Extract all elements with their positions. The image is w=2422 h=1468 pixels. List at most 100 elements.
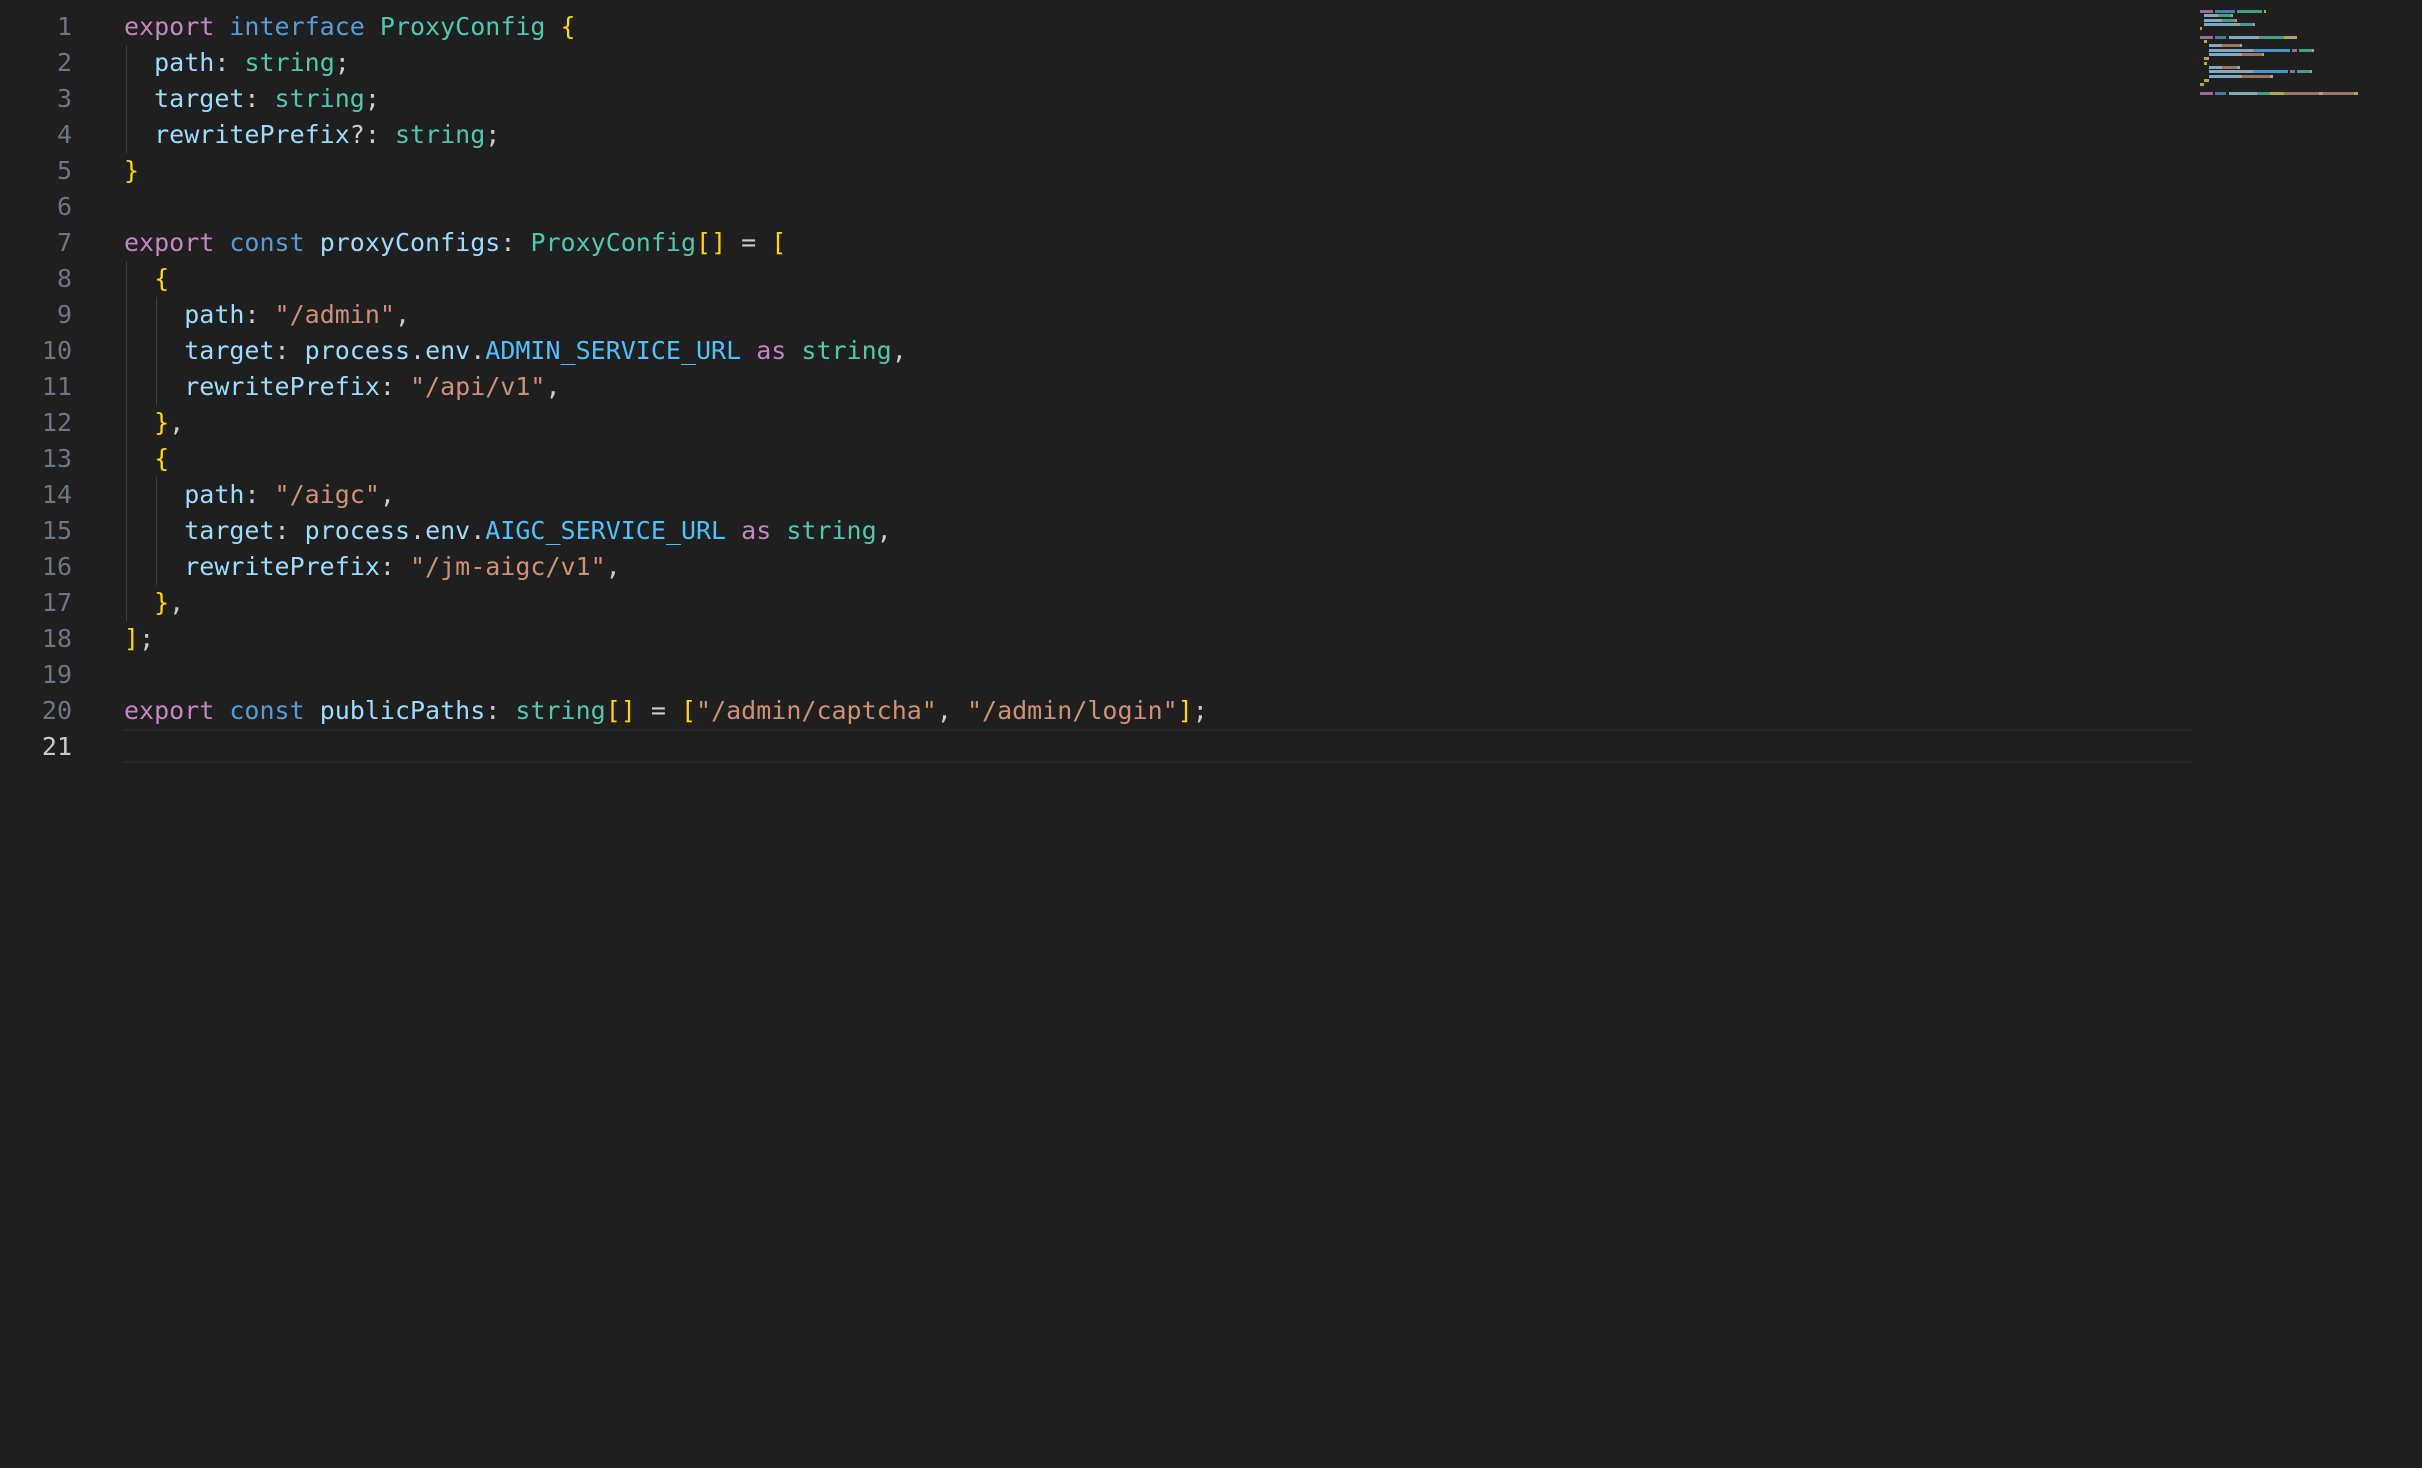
code-token: AIGC_SERVICE_URL — [485, 516, 727, 545]
code-line[interactable]: 14 path: "/aigc", — [0, 477, 2200, 513]
minimap-token — [2204, 18, 2218, 22]
code-line[interactable]: 2 path: string; — [0, 45, 2200, 81]
code-line[interactable]: 7 export const proxyConfigs: ProxyConfig[… — [0, 225, 2200, 261]
code-line[interactable]: 20 export const publicPaths: string[] = [… — [0, 693, 2200, 729]
code-text[interactable]: rewritePrefix?: string; — [124, 117, 500, 153]
code-token: ; — [364, 84, 380, 113]
code-line[interactable]: 15 target: process.env.AIGC_SERVICE_URL … — [0, 513, 2200, 549]
minimap-token — [2204, 40, 2207, 44]
code-token: { — [154, 264, 170, 293]
minimap-token — [2208, 53, 2238, 56]
line-number: 19 — [41, 660, 72, 689]
minimap-token — [2292, 48, 2297, 52]
code-text[interactable]: path: "/admin", — [124, 297, 410, 333]
code-line[interactable]: 16 rewritePrefix: "/jm-aigc/v1", — [0, 549, 2200, 585]
code-text[interactable]: { — [124, 261, 169, 297]
code-line[interactable]: 11 rewritePrefix: "/api/v1", — [0, 369, 2200, 405]
code-text[interactable]: export const proxyConfigs: ProxyConfig[]… — [124, 225, 786, 261]
code-token: [] — [696, 228, 727, 257]
line-number: 7 — [56, 228, 72, 257]
code-token: ProxyConfig — [379, 12, 546, 41]
code-token: process — [304, 336, 410, 365]
code-text[interactable]: export interface ProxyConfig { — [124, 9, 576, 45]
line-number: 6 — [56, 192, 72, 221]
code-token: export — [124, 12, 215, 41]
code-line[interactable]: 4 rewritePrefix?: string; — [0, 117, 2200, 153]
code-text[interactable]: { — [124, 441, 169, 477]
code-line[interactable]: 1 export interface ProxyConfig { — [0, 9, 2200, 45]
code-token: process — [304, 516, 410, 545]
code-line[interactable]: 12 }, — [0, 405, 2200, 441]
code-token: , — [169, 408, 185, 437]
code-line[interactable]: 8 { — [0, 261, 2200, 297]
code-line[interactable]: 6 — [0, 189, 2200, 225]
minimap-token — [2215, 10, 2236, 13]
code-token: env — [425, 516, 471, 545]
line-number: 16 — [41, 552, 72, 581]
code-text[interactable]: path: string; — [124, 45, 350, 81]
code-token: } — [124, 156, 140, 185]
minimap-token — [2208, 48, 2222, 52]
minimap-token — [2222, 65, 2238, 69]
minimap-token — [2257, 91, 2271, 95]
code-token: target — [184, 516, 275, 545]
code-token: [ — [771, 228, 787, 257]
code-token: , — [936, 696, 967, 725]
code-line[interactable]: 5} — [0, 153, 2200, 189]
line-number: 4 — [56, 120, 72, 149]
code-line[interactable]: 21 — [0, 729, 2200, 765]
code-text[interactable]: export const publicPaths: string[] = ["/… — [124, 693, 1208, 729]
code-text[interactable]: }, — [124, 585, 184, 621]
minimap-token — [2233, 22, 2240, 26]
code-token: } — [154, 408, 170, 437]
minimap-token — [2222, 18, 2236, 22]
minimap-token — [2323, 91, 2354, 95]
code-text[interactable]: target: process.env.AIGC_SERVICE_URL as … — [124, 513, 892, 549]
minimap-token — [2228, 91, 2253, 95]
minimap-token — [2208, 44, 2218, 48]
code-text[interactable]: }, — [124, 405, 184, 441]
code-text[interactable]: rewritePrefix: "/jm-aigc/v1", — [124, 549, 621, 585]
code-token: } — [154, 588, 170, 617]
code-token: interface — [229, 12, 365, 41]
code-line[interactable]: 13 { — [0, 441, 2200, 477]
code-editor[interactable]: 1 export interface ProxyConfig {2 path: s… — [0, 0, 2422, 1468]
code-token: : — [244, 480, 275, 509]
minimap-token — [2208, 65, 2218, 69]
code-line[interactable]: 3 target: string; — [0, 81, 2200, 117]
code-token: ; — [1192, 696, 1208, 725]
code-line[interactable]: 18]; — [0, 621, 2200, 657]
minimap[interactable] — [2196, 0, 2422, 1468]
code-text[interactable]: path: "/aigc", — [124, 477, 395, 513]
code-text[interactable]: target: string; — [124, 81, 380, 117]
code-token: proxyConfigs — [319, 228, 501, 257]
code-line[interactable]: 10 target: process.env.ADMIN_SERVICE_URL… — [0, 333, 2200, 369]
code-token: ; — [334, 48, 350, 77]
code-text[interactable]: target: process.env.ADMIN_SERVICE_URL as… — [124, 333, 907, 369]
code-line[interactable]: 17 }, — [0, 585, 2200, 621]
minimap-token — [2312, 48, 2315, 52]
code-token: , — [891, 336, 907, 365]
minimap-token — [2215, 35, 2227, 39]
code-line[interactable]: 9 path: "/admin", — [0, 297, 2200, 333]
code-text[interactable]: } — [124, 153, 139, 189]
code-token: : — [485, 696, 516, 725]
line-number: 21 — [41, 732, 72, 761]
code-token: path — [184, 300, 245, 329]
code-token: = — [726, 228, 772, 257]
line-number: 2 — [56, 48, 72, 77]
code-token: ProxyConfig — [530, 228, 697, 257]
code-text[interactable]: rewritePrefix: "/api/v1", — [124, 369, 560, 405]
code-token: { — [560, 12, 576, 41]
code-token: , — [876, 516, 892, 545]
code-text[interactable]: ]; — [124, 621, 154, 657]
code-line[interactable]: 19 — [0, 657, 2200, 693]
